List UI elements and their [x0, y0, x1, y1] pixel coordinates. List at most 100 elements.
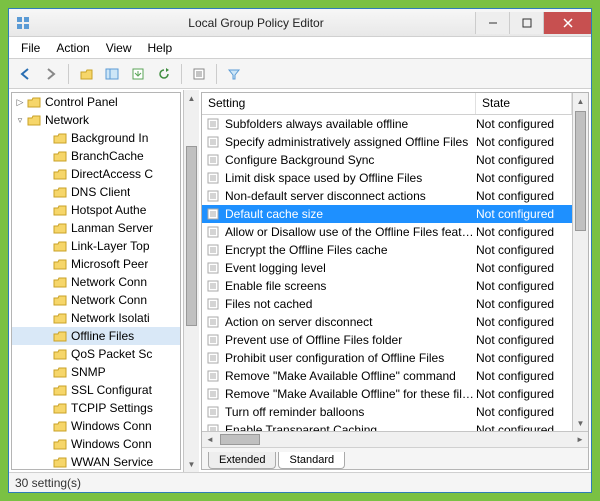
setting-icon: [206, 315, 222, 329]
toolbar-separator: [216, 64, 217, 84]
setting-row[interactable]: Allow or Disallow use of the Offline Fil…: [202, 223, 572, 241]
menu-action[interactable]: Action: [48, 38, 97, 58]
setting-row[interactable]: Enable file screensNot configured: [202, 277, 572, 295]
app-icon: [15, 15, 31, 31]
tree-item[interactable]: Lanman Server: [12, 219, 180, 237]
minimize-button[interactable]: [475, 12, 509, 34]
tree-expander-icon[interactable]: ▷: [14, 97, 26, 108]
scroll-thumb[interactable]: [186, 146, 197, 326]
setting-name: Event logging level: [225, 261, 476, 275]
tree-item[interactable]: Network Isolati: [12, 309, 180, 327]
scroll-down-icon[interactable]: ▼: [184, 456, 199, 472]
setting-row[interactable]: Subfolders always available offlineNot c…: [202, 115, 572, 133]
folder-icon: [52, 131, 68, 145]
tree-item[interactable]: ▷Control Panel: [12, 93, 180, 111]
setting-row[interactable]: Configure Background SyncNot configured: [202, 151, 572, 169]
setting-row[interactable]: Event logging levelNot configured: [202, 259, 572, 277]
folder-icon: [52, 401, 68, 415]
tree-item[interactable]: SNMP: [12, 363, 180, 381]
setting-row[interactable]: Prohibit user configuration of Offline F…: [202, 349, 572, 367]
column-state[interactable]: State: [476, 93, 572, 114]
folder-icon: [52, 149, 68, 163]
refresh-button[interactable]: [152, 62, 176, 86]
filter-button[interactable]: [222, 62, 246, 86]
properties-button[interactable]: [187, 62, 211, 86]
tree-label: SSL Configurat: [71, 383, 152, 397]
close-button[interactable]: [543, 12, 591, 34]
tree-item[interactable]: Hotspot Authe: [12, 201, 180, 219]
menu-view[interactable]: View: [98, 38, 140, 58]
tree-item[interactable]: Microsoft Peer: [12, 255, 180, 273]
menu-help[interactable]: Help: [140, 38, 181, 58]
tree-scrollbar[interactable]: ▲ ▼: [183, 90, 199, 472]
setting-row[interactable]: Encrypt the Offline Files cacheNot confi…: [202, 241, 572, 259]
tree-item[interactable]: Link-Layer Top: [12, 237, 180, 255]
back-button[interactable]: [13, 62, 37, 86]
setting-row[interactable]: Turn off reminder balloonsNot configured: [202, 403, 572, 421]
setting-state: Not configured: [476, 279, 572, 293]
scroll-track[interactable]: [573, 109, 588, 415]
tree-expander-icon[interactable]: ▿: [14, 115, 26, 126]
scroll-up-icon[interactable]: ▲: [184, 90, 199, 106]
scroll-right-icon[interactable]: ►: [572, 432, 588, 447]
scroll-up-icon[interactable]: ▲: [573, 93, 588, 109]
setting-name: Remove "Make Available Offline" for thes…: [225, 387, 476, 401]
tree-item[interactable]: DNS Client: [12, 183, 180, 201]
column-setting[interactable]: Setting: [202, 93, 476, 114]
tree-body[interactable]: ▷Control Panel ▿ Network Background InBranc…: [12, 93, 180, 469]
scroll-track[interactable]: [184, 106, 199, 456]
tree-item[interactable]: ▿ Network: [12, 111, 180, 129]
tree-label: WWAN Service: [71, 455, 153, 469]
setting-icon: [206, 225, 222, 239]
tree-item[interactable]: Windows Conn: [12, 417, 180, 435]
hscroll-thumb[interactable]: [220, 434, 260, 445]
tree-item[interactable]: Network Conn: [12, 273, 180, 291]
tree-item[interactable]: Offline Files: [12, 327, 180, 345]
maximize-button[interactable]: [509, 12, 543, 34]
tree-item[interactable]: DirectAccess C: [12, 165, 180, 183]
tree-item[interactable]: TCPIP Settings: [12, 399, 180, 417]
list-body[interactable]: Subfolders always available offlineNot c…: [202, 115, 572, 431]
setting-row[interactable]: Files not cachedNot configured: [202, 295, 572, 313]
setting-row[interactable]: Specify administratively assigned Offlin…: [202, 133, 572, 151]
up-one-level-button[interactable]: [74, 62, 98, 86]
folder-icon: [52, 329, 68, 343]
tab-standard[interactable]: Standard: [278, 452, 345, 469]
window: Local Group Policy Editor File Action Vi…: [8, 8, 592, 493]
menu-file[interactable]: File: [13, 38, 48, 58]
export-list-button[interactable]: [126, 62, 150, 86]
scroll-thumb[interactable]: [575, 111, 586, 231]
tree-item[interactable]: QoS Packet Sc: [12, 345, 180, 363]
setting-row[interactable]: Action on server disconnectNot configure…: [202, 313, 572, 331]
tree-item[interactable]: Windows Conn: [12, 435, 180, 453]
setting-row[interactable]: Prevent use of Offline Files folderNot c…: [202, 331, 572, 349]
setting-row[interactable]: Non-default server disconnect actionsNot…: [202, 187, 572, 205]
setting-state: Not configured: [476, 333, 572, 347]
hscroll-track[interactable]: [218, 432, 572, 447]
folder-icon: [52, 455, 68, 469]
tree-item[interactable]: BranchCache: [12, 147, 180, 165]
list-hscrollbar[interactable]: ◄ ►: [202, 431, 588, 447]
tree-item[interactable]: Network Conn: [12, 291, 180, 309]
setting-row[interactable]: Remove "Make Available Offline" for thes…: [202, 385, 572, 403]
scroll-left-icon[interactable]: ◄: [202, 432, 218, 447]
tree-item[interactable]: WWAN Service: [12, 453, 180, 469]
setting-name: Limit disk space used by Offline Files: [225, 171, 476, 185]
folder-icon: [26, 113, 42, 127]
tree-item[interactable]: Background In: [12, 129, 180, 147]
setting-row[interactable]: Remove "Make Available Offline" commandN…: [202, 367, 572, 385]
setting-icon: [206, 405, 222, 419]
setting-row[interactable]: Limit disk space used by Offline FilesNo…: [202, 169, 572, 187]
list-scrollbar[interactable]: ▲ ▼: [572, 93, 588, 431]
tab-extended[interactable]: Extended: [208, 452, 276, 469]
folder-icon: [52, 257, 68, 271]
tree-label: Microsoft Peer: [71, 257, 148, 271]
forward-button[interactable]: [39, 62, 63, 86]
show-hide-tree-button[interactable]: [100, 62, 124, 86]
tree-label: Network: [45, 113, 89, 127]
setting-row[interactable]: Enable Transparent CachingNot configured: [202, 421, 572, 431]
setting-state: Not configured: [476, 153, 572, 167]
tree-item[interactable]: SSL Configurat: [12, 381, 180, 399]
scroll-down-icon[interactable]: ▼: [573, 415, 588, 431]
setting-row[interactable]: Default cache sizeNot configured: [202, 205, 572, 223]
